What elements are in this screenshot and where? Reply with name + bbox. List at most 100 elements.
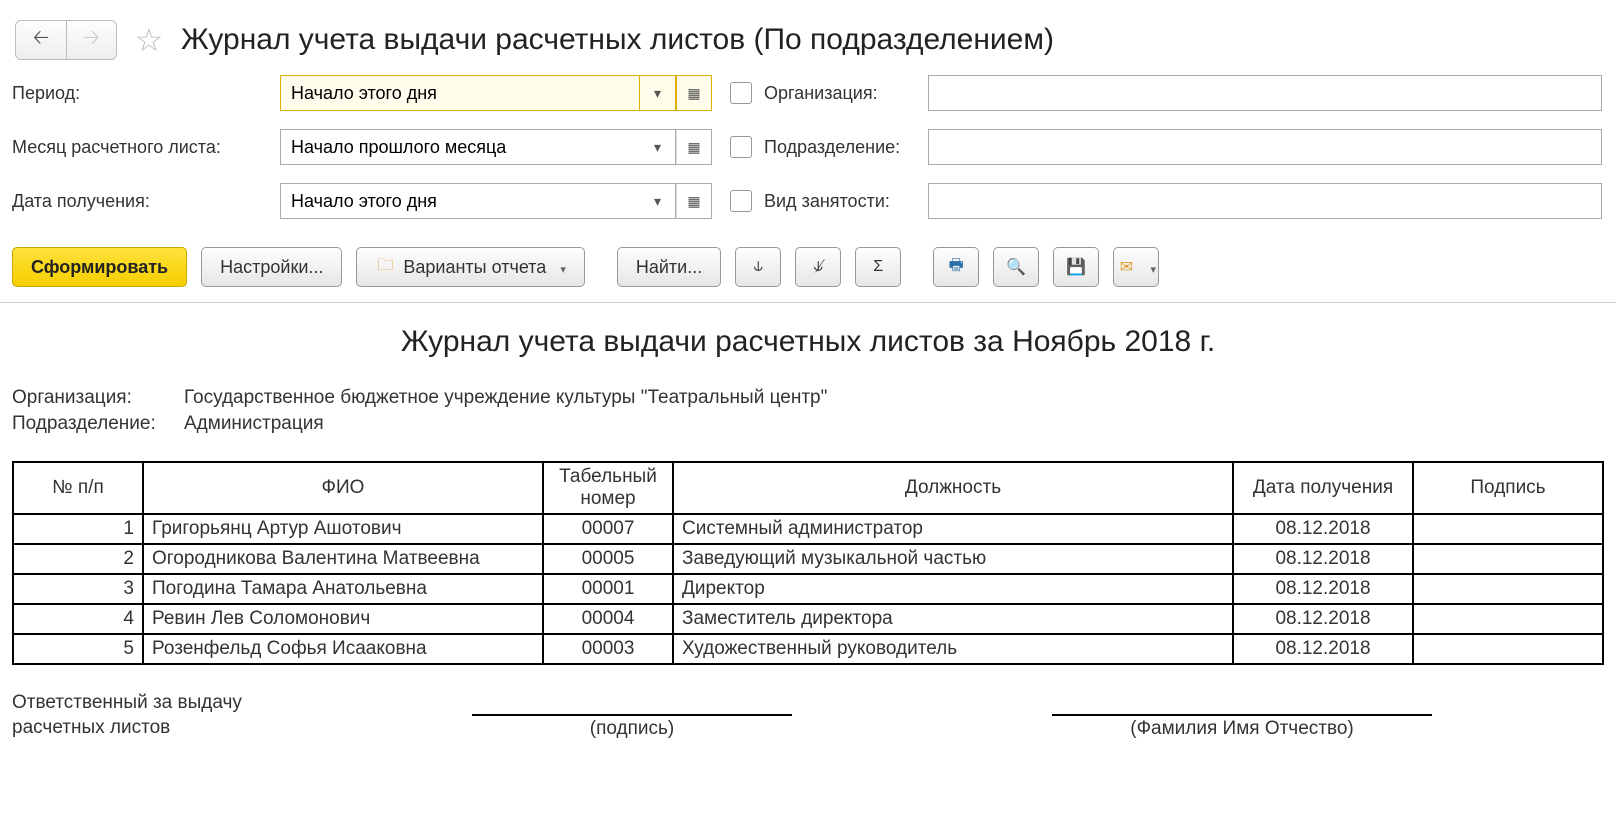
report-body: Журнал учета выдачи расчетных листов за … xyxy=(0,302,1616,752)
month-dropdown-button[interactable]: ▾ xyxy=(640,129,676,165)
report-variants-button[interactable]: 🗀 Варианты отчета xyxy=(356,247,584,287)
cell-tab: 00005 xyxy=(543,544,673,574)
cell-tab: 00007 xyxy=(543,514,673,544)
print-button[interactable]: 🖶 xyxy=(933,247,979,287)
find-button[interactable]: Найти... xyxy=(617,247,721,287)
period-dropdown-button[interactable]: ▾ xyxy=(640,75,676,111)
cell-sign xyxy=(1413,604,1603,634)
col-sign: Подпись xyxy=(1413,462,1603,514)
cell-num: 5 xyxy=(13,634,143,664)
cell-fio: Погодина Тамара Анатольевна xyxy=(143,574,543,604)
month-input[interactable] xyxy=(280,129,640,165)
table-row: 5Розенфельд Софья Исааковна00003Художест… xyxy=(13,634,1603,664)
filters-panel: Период: ▾ ▦ Организация: Месяц расчетног… xyxy=(0,70,1616,247)
generate-button[interactable]: Сформировать xyxy=(12,247,187,287)
cell-num: 4 xyxy=(13,604,143,634)
email-button[interactable]: ✉ xyxy=(1113,247,1159,287)
floppy-icon: 💾 xyxy=(1066,257,1086,277)
cell-date: 08.12.2018 xyxy=(1233,634,1413,664)
cell-fio: Розенфельд Софья Исааковна xyxy=(143,634,543,664)
report-meta: Организация: Государственное бюджетное у… xyxy=(0,387,1616,461)
magnifier-icon: 🔍 xyxy=(1006,257,1026,277)
table-row: 4Ревин Лев Соломонович00004Заместитель д… xyxy=(13,604,1603,634)
period-calendar-button[interactable]: ▦ xyxy=(676,75,712,111)
cell-date: 08.12.2018 xyxy=(1233,604,1413,634)
report-table: № п/п ФИО Табельный номер Должность Дата… xyxy=(12,461,1604,665)
cell-num: 3 xyxy=(13,574,143,604)
period-input[interactable] xyxy=(280,75,640,111)
signature-line-2: (Фамилия Имя Отчество) xyxy=(1052,714,1432,740)
period-label: Период: xyxy=(12,83,280,104)
page-title: Журнал учета выдачи расчетных листов (По… xyxy=(181,23,1054,57)
settings-button[interactable]: Настройки... xyxy=(201,247,342,287)
calendar-icon: ▦ xyxy=(687,193,700,210)
expand-groups-button[interactable]: ⫝ xyxy=(735,247,781,287)
cell-fio: Ревин Лев Соломонович xyxy=(143,604,543,634)
col-tab: Табельный номер xyxy=(543,462,673,514)
cell-num: 1 xyxy=(13,514,143,544)
preview-button[interactable]: 🔍 xyxy=(993,247,1039,287)
collapse-icon: ⫝̸ xyxy=(808,257,828,277)
meta-org-label: Организация: xyxy=(12,387,184,409)
cell-pos: Художественный руководитель xyxy=(673,634,1233,664)
calendar-icon: ▦ xyxy=(687,85,700,102)
department-input[interactable] xyxy=(928,129,1602,165)
receive-date-dropdown-button[interactable]: ▾ xyxy=(640,183,676,219)
signature-block: Ответственный за выдачу расчетных листов… xyxy=(0,691,1616,752)
meta-dept-label: Подразделение: xyxy=(12,413,184,435)
collapse-groups-button[interactable]: ⫝̸ xyxy=(795,247,841,287)
month-label: Месяц расчетного листа: xyxy=(12,137,280,158)
table-row: 1Григорьянц Артур Ашотович00007Системный… xyxy=(13,514,1603,544)
month-picker: ▾ ▦ xyxy=(280,129,712,165)
receive-date-input[interactable] xyxy=(280,183,640,219)
department-label: Подразделение: xyxy=(764,137,928,158)
sigma-icon: Σ xyxy=(868,257,888,277)
employment-input[interactable] xyxy=(928,183,1602,219)
employment-checkbox[interactable] xyxy=(730,190,752,212)
organization-checkbox[interactable] xyxy=(730,82,752,104)
favorite-star-icon[interactable]: ☆ xyxy=(129,20,169,60)
report-title: Журнал учета выдачи расчетных листов за … xyxy=(0,311,1616,387)
cell-pos: Заведующий музыкальной частью xyxy=(673,544,1233,574)
col-fio: ФИО xyxy=(143,462,543,514)
cell-sign xyxy=(1413,634,1603,664)
department-checkbox[interactable] xyxy=(730,136,752,158)
nav-arrows: 🡠 🡢 xyxy=(15,20,117,60)
cell-fio: Григорьянц Артур Ашотович xyxy=(143,514,543,544)
folder-icon: 🗀 xyxy=(375,257,395,277)
cell-tab: 00001 xyxy=(543,574,673,604)
organization-input[interactable] xyxy=(928,75,1602,111)
responsible-label: Ответственный за выдачу расчетных листов xyxy=(12,691,272,740)
cell-date: 08.12.2018 xyxy=(1233,574,1413,604)
cell-pos: Системный администратор xyxy=(673,514,1233,544)
receive-date-label: Дата получения: xyxy=(12,191,280,212)
cell-tab: 00003 xyxy=(543,634,673,664)
col-num: № п/п xyxy=(13,462,143,514)
save-button[interactable]: 💾 xyxy=(1053,247,1099,287)
col-pos: Должность xyxy=(673,462,1233,514)
col-date: Дата получения xyxy=(1233,462,1413,514)
cell-date: 08.12.2018 xyxy=(1233,514,1413,544)
expand-icon: ⫝ xyxy=(748,257,768,277)
month-calendar-button[interactable]: ▦ xyxy=(676,129,712,165)
meta-org-value: Государственное бюджетное учреждение кул… xyxy=(184,387,827,409)
cell-pos: Директор xyxy=(673,574,1233,604)
cell-fio: Огородникова Валентина Матвеевна xyxy=(143,544,543,574)
organization-label: Организация: xyxy=(764,83,928,104)
meta-dept-value: Администрация xyxy=(184,413,324,435)
sum-button[interactable]: Σ xyxy=(855,247,901,287)
back-button[interactable]: 🡠 xyxy=(16,21,66,59)
cell-sign xyxy=(1413,514,1603,544)
toolbar: Сформировать Настройки... 🗀 Варианты отч… xyxy=(0,247,1616,302)
forward-button[interactable]: 🡢 xyxy=(66,21,116,59)
cell-tab: 00004 xyxy=(543,604,673,634)
cell-num: 2 xyxy=(13,544,143,574)
cell-sign xyxy=(1413,574,1603,604)
header: 🡠 🡢 ☆ Журнал учета выдачи расчетных лист… xyxy=(0,0,1616,70)
cell-sign xyxy=(1413,544,1603,574)
period-picker: ▾ ▦ xyxy=(280,75,712,111)
receive-date-picker: ▾ ▦ xyxy=(280,183,712,219)
employment-label: Вид занятости: xyxy=(764,191,928,212)
envelope-icon: ✉ xyxy=(1116,257,1136,277)
receive-date-calendar-button[interactable]: ▦ xyxy=(676,183,712,219)
